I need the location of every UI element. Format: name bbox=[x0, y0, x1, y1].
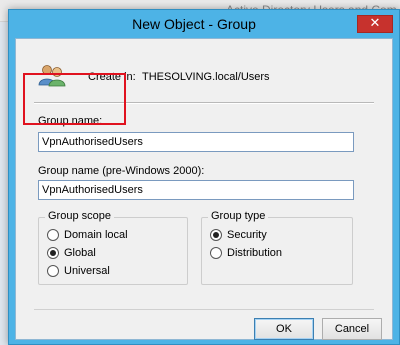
scope-universal-label: Universal bbox=[64, 265, 110, 277]
radio-button[interactable] bbox=[47, 265, 59, 277]
new-object-group-dialog: New Object - Group ✕ Create in: THESOLVI… bbox=[8, 9, 400, 345]
radio-button[interactable] bbox=[210, 247, 222, 259]
group-name-highlight bbox=[23, 73, 126, 125]
footer-divider bbox=[34, 309, 374, 310]
radio-button[interactable] bbox=[47, 229, 59, 241]
scope-domain-local-option[interactable]: Domain local bbox=[47, 229, 128, 241]
type-security-option[interactable]: Security bbox=[210, 229, 267, 241]
cancel-button[interactable]: Cancel bbox=[322, 318, 382, 340]
create-in-path: THESOLVING.local/Users bbox=[142, 71, 270, 83]
scope-universal-option[interactable]: Universal bbox=[47, 265, 110, 277]
scope-domain-local-label: Domain local bbox=[64, 229, 128, 241]
ok-button[interactable]: OK bbox=[254, 318, 314, 340]
type-security-label: Security bbox=[227, 229, 267, 241]
group-name-pre2000-label: Group name (pre-Windows 2000): bbox=[38, 165, 205, 177]
group-scope-title: Group scope bbox=[45, 210, 114, 222]
radio-button-selected[interactable] bbox=[47, 247, 59, 259]
group-name-input[interactable] bbox=[38, 132, 354, 152]
group-type-title: Group type bbox=[208, 210, 269, 222]
close-button[interactable]: ✕ bbox=[357, 15, 393, 33]
radio-button-selected[interactable] bbox=[210, 229, 222, 241]
scope-global-option[interactable]: Global bbox=[47, 247, 96, 259]
dialog-titlebar[interactable]: New Object - Group ✕ bbox=[9, 10, 399, 38]
dialog-title: New Object - Group bbox=[132, 16, 256, 32]
group-name-pre2000-input[interactable] bbox=[38, 180, 354, 200]
scope-global-label: Global bbox=[64, 247, 96, 259]
type-distribution-option[interactable]: Distribution bbox=[210, 247, 282, 259]
close-icon: ✕ bbox=[369, 16, 381, 31]
group-scope-box: Group scope Domain local Global Universa… bbox=[38, 210, 188, 285]
type-distribution-label: Distribution bbox=[227, 247, 283, 259]
group-type-box: Group type Security Distribution bbox=[201, 210, 353, 285]
